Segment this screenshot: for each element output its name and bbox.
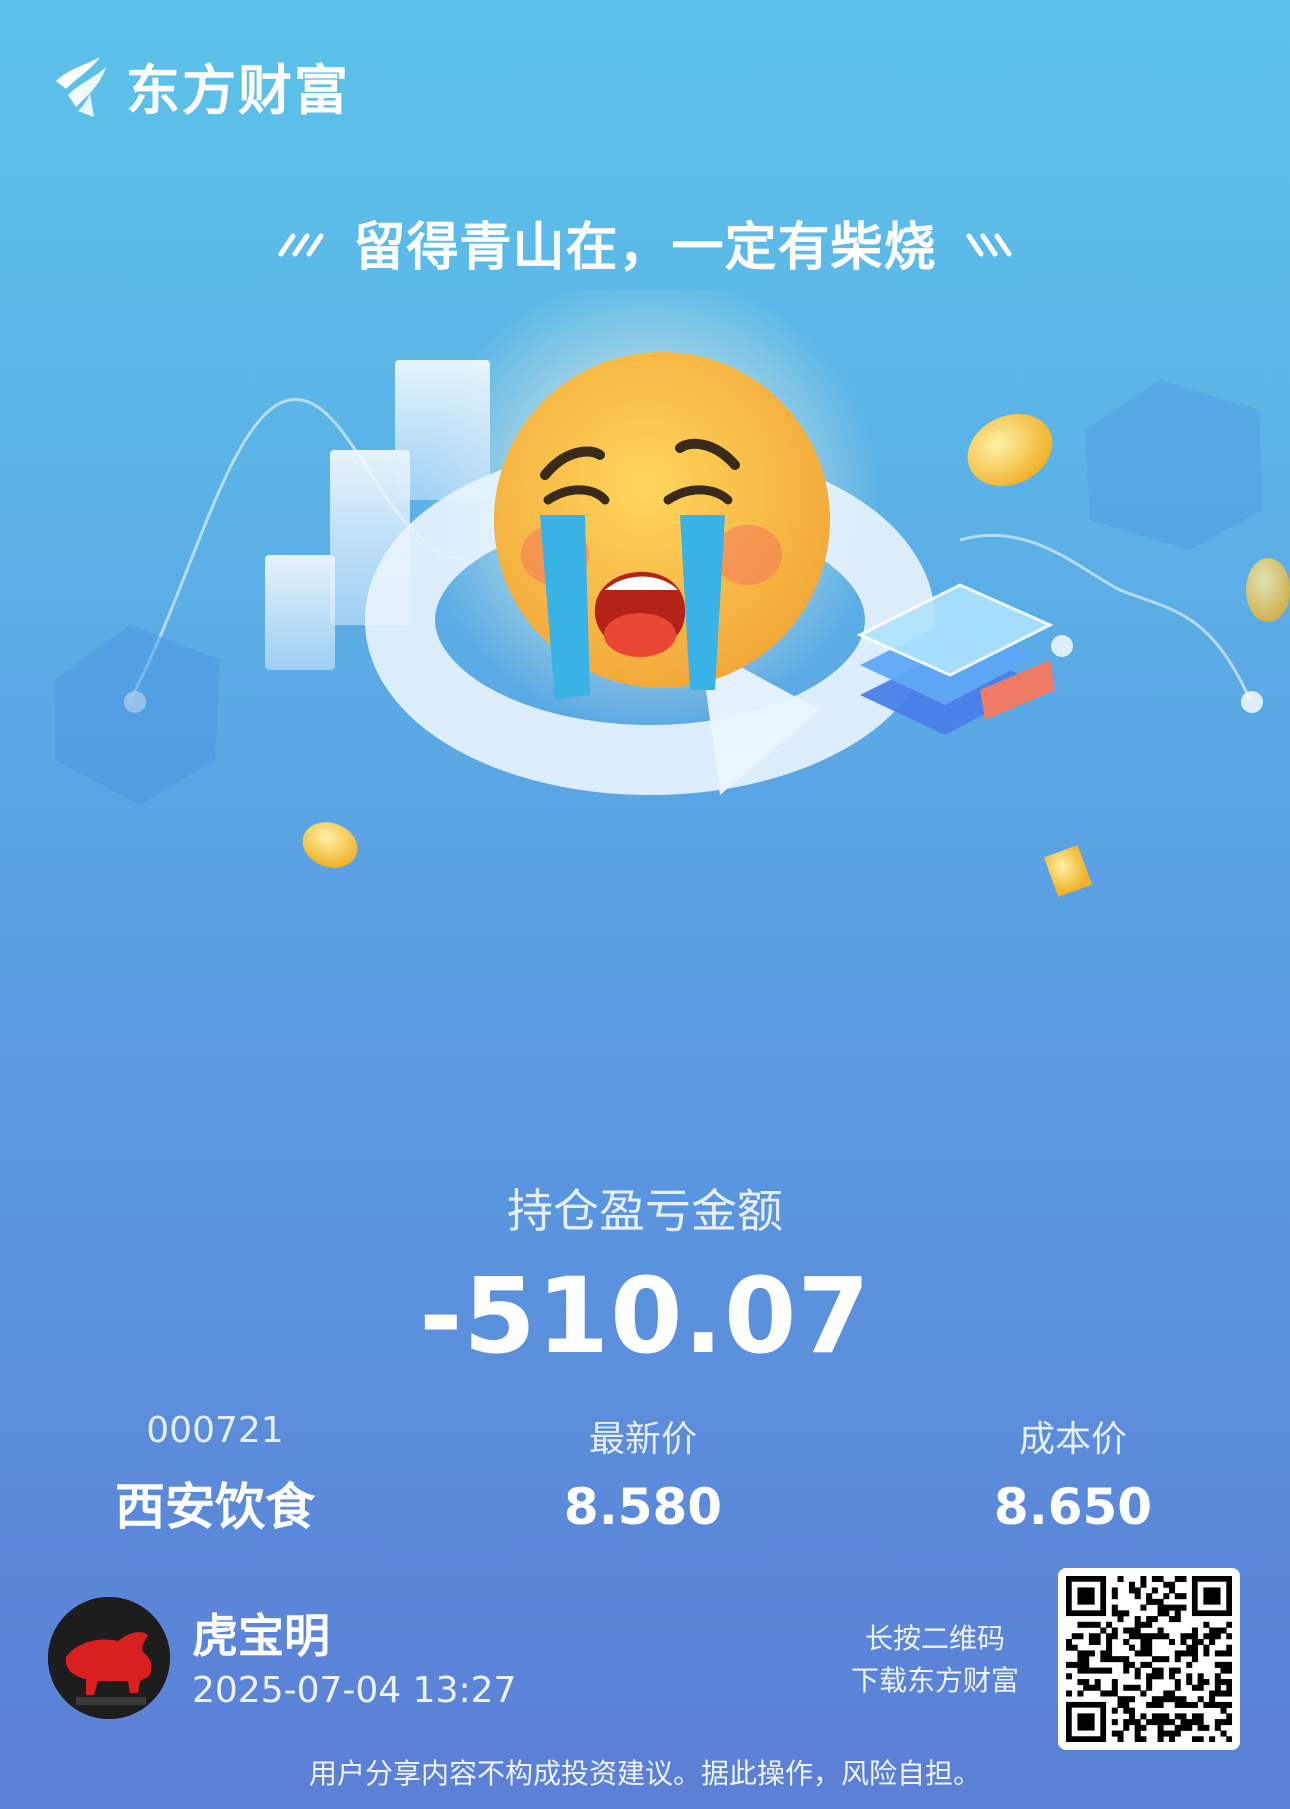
qr-hint: 长按二维码 下载东方财富 xyxy=(830,1618,1040,1702)
slogan-text: 留得青山在，一定有柴烧 xyxy=(353,218,937,278)
coin-bottom-left xyxy=(302,822,358,868)
brand-logo-icon xyxy=(56,56,106,117)
disclaimer: 用户分享内容不构成投资建议。据此操作，风险自担。 xyxy=(308,1757,981,1790)
qr-code[interactable] xyxy=(1058,1568,1240,1750)
pnl-value: -510.07 xyxy=(419,1255,871,1377)
coin-top-right xyxy=(967,414,1053,486)
latest-price-value: 8.580 xyxy=(563,1478,723,1536)
cost-price-label: 成本价 xyxy=(1018,1419,1127,1460)
cube-left xyxy=(55,625,220,805)
qr-hint-line2: 下载东方财富 xyxy=(850,1664,1019,1697)
slash-decoration-left-icon xyxy=(278,233,324,256)
brand-name: 东方财富 xyxy=(126,59,350,122)
avatar xyxy=(48,1597,170,1719)
brand-logo: 东方财富 xyxy=(48,46,350,125)
slogan-row: 留得青山在，一定有柴烧 xyxy=(0,205,1290,280)
cube-right xyxy=(1085,380,1262,550)
latest-price-label: 最新价 xyxy=(588,1419,697,1460)
user-name: 虎宝明 xyxy=(192,1609,330,1663)
cost-price-info: 成本价 8.650 xyxy=(913,1410,1233,1536)
stock-code: 000721 xyxy=(146,1410,284,1451)
qr-code-icon xyxy=(1066,1576,1232,1742)
share-timestamp: 2025-07-04 13:27 xyxy=(192,1670,517,1711)
crying-emoji-illustration xyxy=(55,290,1290,897)
latest-price-info: 最新价 8.580 xyxy=(483,1410,803,1536)
share-card: 东方财富 留得青山在，一定有柴烧 持仓盈亏金额 -510.07 000721 西… xyxy=(0,0,1290,1809)
pnl-label: 持仓盈亏金额 xyxy=(507,1184,783,1238)
qr-hint-line1: 长按二维码 xyxy=(864,1622,1005,1655)
stock-info: 000721 西安饮食 xyxy=(55,1410,375,1539)
coin-bottom-right xyxy=(1043,845,1093,897)
stock-name: 西安饮食 xyxy=(115,1478,315,1536)
slash-decoration-right-icon xyxy=(966,233,1011,256)
bull-avatar-icon xyxy=(48,1597,170,1719)
cost-price-value: 8.650 xyxy=(993,1478,1153,1536)
